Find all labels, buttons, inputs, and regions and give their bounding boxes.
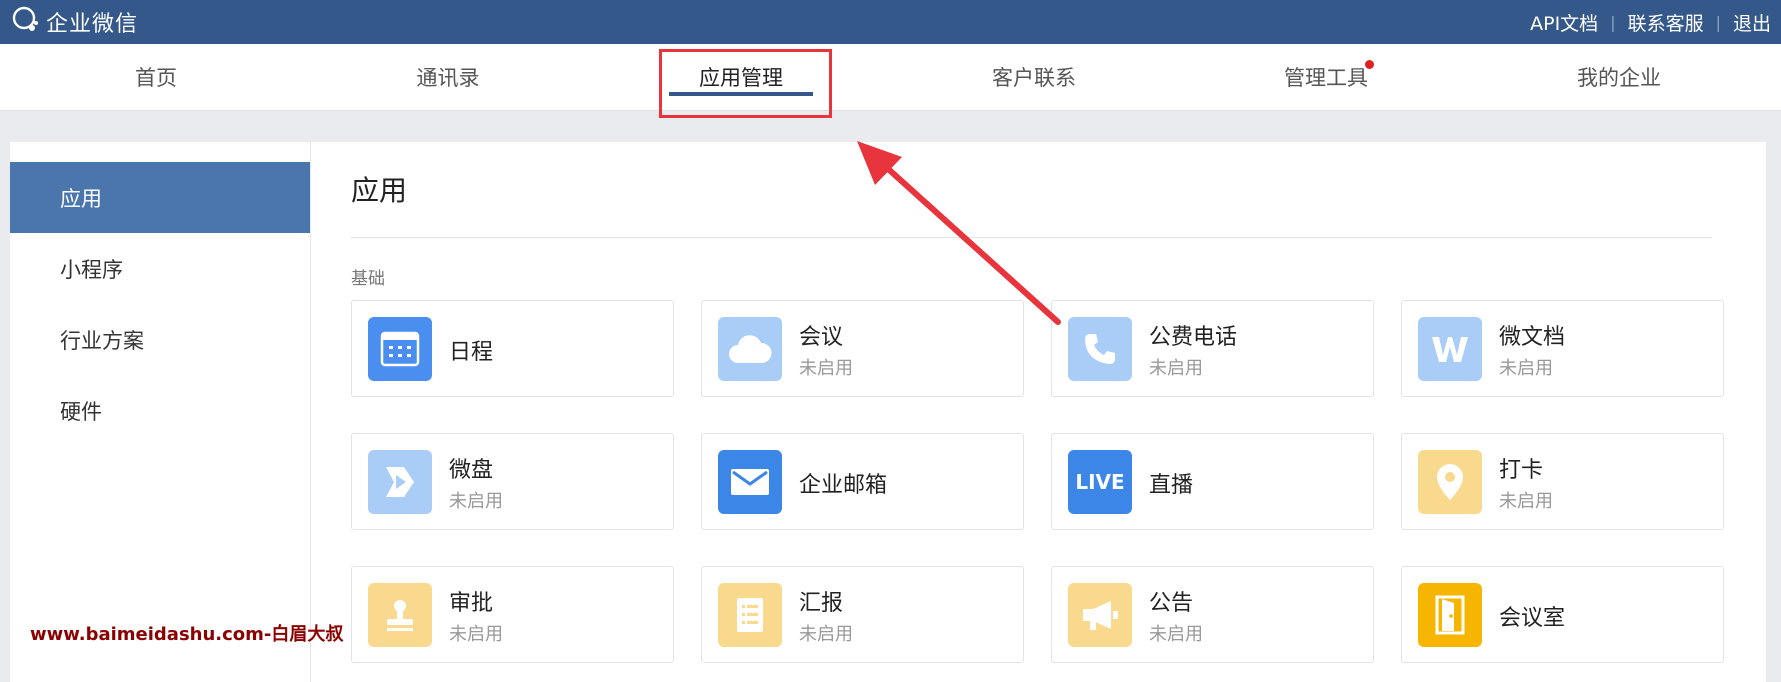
app-status: 未启用 [1149, 358, 1203, 379]
app-name: 会议 [799, 325, 844, 350]
app-card-schedule[interactable]: 日程 [351, 300, 674, 397]
tab-contacts[interactable]: 通讯录 [348, 44, 548, 110]
tab-label: 客户联系 [992, 66, 1076, 90]
app-card-enterprise-mail[interactable]: 企业邮箱 [701, 433, 1024, 530]
live-icon-text: LIVE [1075, 470, 1125, 494]
mail-icon [718, 450, 782, 514]
contact-support-link[interactable]: 联系客服 [1628, 9, 1704, 36]
live-icon: LIVE [1068, 450, 1132, 514]
app-card-approval[interactable]: 审批 未启用 [351, 566, 674, 663]
app-status: 未启用 [1499, 358, 1553, 379]
w-doc-icon [1418, 317, 1482, 381]
active-tab-underline [669, 92, 813, 96]
location-pin-icon [1418, 450, 1482, 514]
app-name: 审批 [449, 591, 494, 616]
app-name: 公费电话 [1149, 325, 1238, 350]
app-name: 汇报 [799, 591, 844, 616]
door-icon [1418, 583, 1482, 647]
logout-link[interactable]: 退出 [1733, 9, 1771, 36]
app-status: 未启用 [449, 491, 503, 512]
app-name: 会议室 [1499, 606, 1566, 631]
app-name: 公告 [1149, 591, 1194, 616]
app-card-wedoc[interactable]: 微文档 未启用 [1401, 300, 1724, 397]
tab-management-tools[interactable]: 管理工具 [1226, 44, 1426, 110]
app-card-report[interactable]: 汇报 未启用 [701, 566, 1024, 663]
page-title: 应用 [351, 174, 408, 207]
app-name: 微文档 [1499, 325, 1566, 350]
tab-label: 应用管理 [699, 66, 783, 90]
megaphone-icon [1068, 583, 1132, 647]
app-card-paid-call[interactable]: 公费电话 未启用 [1051, 300, 1374, 397]
tab-label: 管理工具 [1284, 66, 1368, 90]
sidebar-item-label: 行业方案 [60, 328, 144, 353]
app-status: 未启用 [1499, 491, 1553, 512]
sidebar-item-mini-programs[interactable]: 小程序 [10, 233, 310, 304]
top-bar: 企业微信 API文档 | 联系客服 | 退出 [0, 0, 1781, 44]
main-nav: 首页 通讯录 应用管理 客户联系 管理工具 我的企业 [0, 44, 1781, 111]
calendar-icon [368, 317, 432, 381]
tab-customer-contact[interactable]: 客户联系 [934, 44, 1134, 110]
section-label: 基础 [351, 269, 385, 289]
app-status: 未启用 [1149, 624, 1203, 645]
wecom-logo-icon [10, 5, 40, 39]
logo[interactable]: 企业微信 [10, 5, 138, 39]
link-separator: | [1610, 12, 1616, 32]
main-panel: 应用 基础 日程 会议 未启用 公费电话 未启用 微文档 未启用 微盘 未启用 … [311, 142, 1766, 682]
divider [351, 237, 1712, 238]
app-name: 直播 [1149, 473, 1194, 498]
stamp-icon [368, 583, 432, 647]
sidebar-item-label: 硬件 [60, 399, 102, 424]
watermark-text: www.baimeidashu.com-白眉大叔 [30, 624, 344, 645]
notification-dot [1365, 60, 1374, 69]
sidebar-item-label: 应用 [60, 186, 102, 211]
tab-my-enterprise[interactable]: 我的企业 [1519, 44, 1719, 110]
content-card: 应用 小程序 行业方案 硬件 应用 基础 日程 会议 未启用 公费电话 未启用 … [10, 142, 1766, 682]
phone-icon [1068, 317, 1132, 381]
link-separator: | [1715, 12, 1721, 32]
app-card-drive[interactable]: 微盘 未启用 [351, 433, 674, 530]
app-card-meeting-room[interactable]: 会议室 [1401, 566, 1724, 663]
sidebar: 应用 小程序 行业方案 硬件 [10, 142, 311, 682]
drive-icon [368, 450, 432, 514]
app-name: 微盘 [449, 458, 494, 483]
app-status: 未启用 [799, 358, 853, 379]
logo-text: 企业微信 [46, 12, 139, 37]
sidebar-item-hardware[interactable]: 硬件 [10, 375, 310, 446]
tab-app-management[interactable]: 应用管理 [641, 44, 841, 110]
app-name: 企业邮箱 [799, 473, 888, 498]
tab-label: 首页 [135, 66, 177, 90]
app-name: 打卡 [1499, 458, 1544, 483]
top-links: API文档 | 联系客服 | 退出 [1530, 0, 1771, 44]
tab-label: 通讯录 [416, 66, 480, 90]
app-card-announcement[interactable]: 公告 未启用 [1051, 566, 1374, 663]
app-card-check-in[interactable]: 打卡 未启用 [1401, 433, 1724, 530]
api-docs-link[interactable]: API文档 [1530, 9, 1598, 36]
tab-label: 我的企业 [1577, 66, 1661, 90]
sidebar-item-label: 小程序 [60, 257, 123, 282]
sidebar-item-industry-solutions[interactable]: 行业方案 [10, 304, 310, 375]
app-status: 未启用 [449, 624, 503, 645]
app-card-meeting[interactable]: 会议 未启用 [701, 300, 1024, 397]
sidebar-item-apps[interactable]: 应用 [10, 162, 310, 233]
app-card-live[interactable]: LIVE 直播 [1051, 433, 1374, 530]
cloud-icon [718, 317, 782, 381]
tab-home[interactable]: 首页 [56, 44, 256, 110]
report-icon [718, 583, 782, 647]
app-name: 日程 [449, 340, 494, 365]
app-status: 未启用 [799, 624, 853, 645]
